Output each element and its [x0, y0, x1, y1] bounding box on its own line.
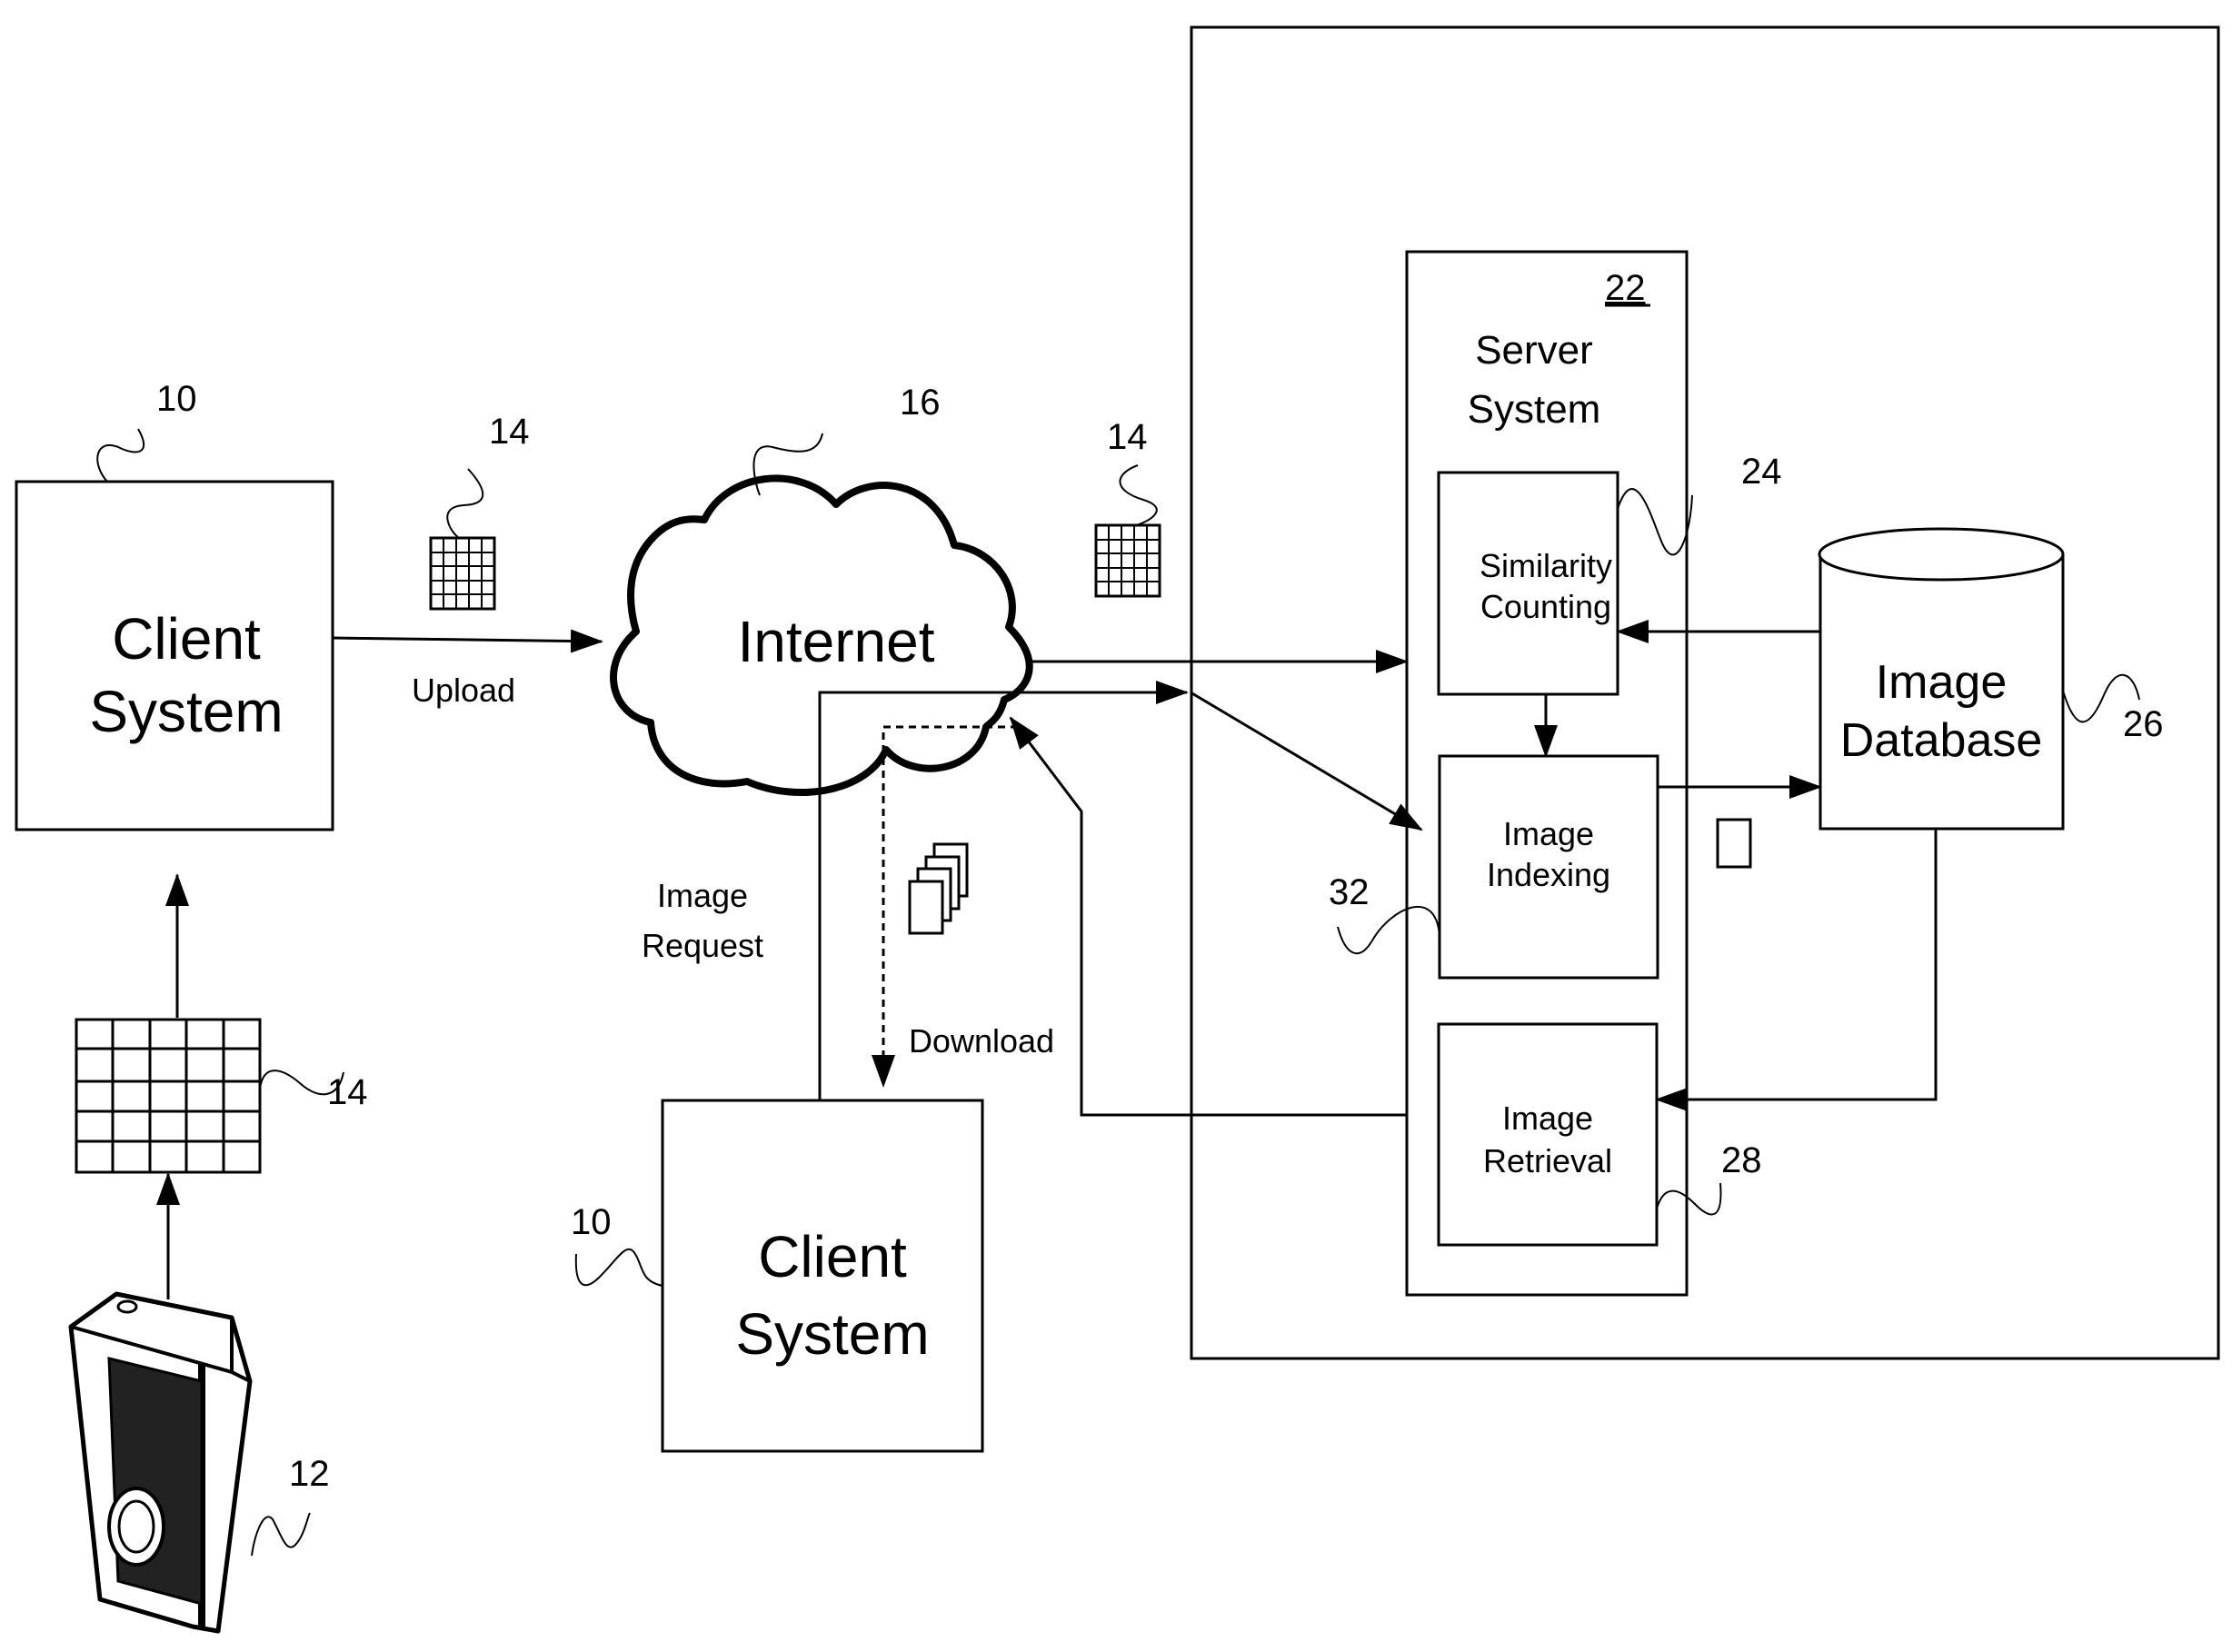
retrieval-line2: Retrieval: [1483, 1142, 1612, 1179]
server-line2: System: [1468, 387, 1601, 432]
leader-client-bottom: [574, 1248, 663, 1287]
ref-upload-image: 14: [489, 412, 530, 452]
indexing-line1: Image: [1503, 815, 1594, 852]
retrieval-line1: Image: [1502, 1100, 1593, 1137]
system-diagram: Client System 10 Upload 14 Internet 16 1…: [15, 25, 2220, 1634]
ref-server-image: 14: [1107, 417, 1148, 457]
internet-cloud[interactable]: Internet: [610, 474, 1033, 796]
upload-label: Upload: [412, 672, 515, 709]
ref-retrieval: 28: [1721, 1140, 1762, 1180]
image-request-line2: Request: [642, 927, 763, 964]
leader-camera: [251, 1512, 311, 1557]
leader-similarity: [1617, 488, 1693, 556]
image-indexing-module[interactable]: Image Indexing: [1438, 754, 1659, 980]
camera-icon[interactable]: [68, 1291, 253, 1634]
client-system-top[interactable]: Client System: [15, 480, 334, 831]
ref-camera: 12: [289, 1454, 330, 1494]
download-images-stack-icon: [908, 842, 969, 935]
server-line1: Server: [1475, 328, 1593, 373]
image-request-line1: Image: [657, 877, 748, 914]
ref-client-bottom: 10: [571, 1202, 612, 1242]
image-database[interactable]: Image Database: [1818, 527, 2065, 831]
leader-indexing: [1337, 906, 1440, 954]
client-bottom-line2: System: [735, 1301, 929, 1367]
ref-internet: 16: [900, 383, 941, 423]
ref-server: 22: [1605, 268, 1646, 308]
image-retrieval-module[interactable]: Image Retrieval: [1437, 1022, 1659, 1247]
image-grid-icon: [75, 1018, 262, 1174]
internet-label: Internet: [737, 609, 934, 674]
similarity-line1: Similarity: [1480, 547, 1612, 584]
ref-indexing: 32: [1329, 872, 1370, 912]
upload-image-grid-icon: [429, 536, 496, 611]
leader-server-image: [1119, 464, 1158, 526]
request-to-indexing-arrow: [1190, 691, 1423, 831]
client-top-line2: System: [89, 679, 283, 744]
database-to-retrieval-arrow: [1655, 829, 1938, 1111]
database-line2: Database: [1840, 714, 2043, 767]
leader-client-top: [96, 428, 144, 483]
leader-retrieval: [1656, 1182, 1722, 1216]
ref-database: 26: [2123, 704, 2164, 744]
server-image-grid-icon: [1094, 523, 1161, 598]
ref-client-top: 10: [156, 379, 197, 419]
upload-arrow: [332, 629, 603, 653]
client-system-bottom[interactable]: Client System: [661, 1099, 984, 1453]
download-label: Download: [909, 1022, 1054, 1060]
leader-upload-image: [446, 468, 484, 539]
client-top-line1: Client: [112, 606, 261, 672]
ref-similarity: 24: [1741, 452, 1782, 492]
database-line1: Image: [1876, 656, 2008, 709]
indexing-line2: Indexing: [1487, 856, 1610, 893]
similarity-line2: Counting: [1480, 588, 1611, 625]
retrieval-to-internet-line: [1009, 716, 1407, 1117]
indexed-image-icon: [1716, 818, 1752, 869]
client-bottom-line1: Client: [758, 1224, 907, 1289]
similarity-counting-module[interactable]: Similarity Counting: [1437, 471, 1619, 696]
